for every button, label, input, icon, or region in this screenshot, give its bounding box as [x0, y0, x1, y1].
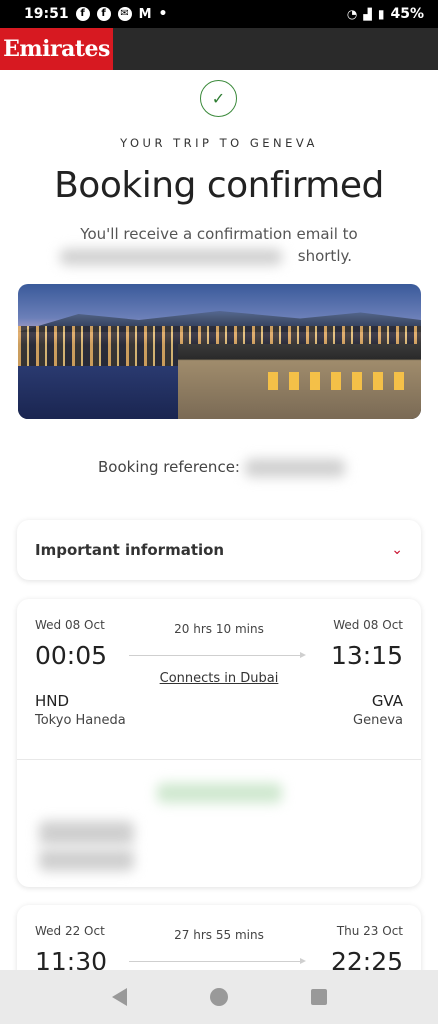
redacted-booking-reference [245, 459, 345, 477]
booking-reference: Booking reference: [98, 458, 240, 476]
departure-date: Wed 22 Oct [35, 924, 105, 938]
app-header: Emirates [0, 28, 438, 70]
departure-airport-code: HND [35, 692, 70, 710]
emirates-logo[interactable]: Emirates [0, 28, 113, 70]
battery-icon: ▮ [377, 7, 385, 21]
confirmation-subtitle: You'll receive a confirmation email to s… [60, 223, 378, 267]
flight-card[interactable]: Wed 22 Oct 27 hrs 55 mins Thu 23 Oct 11:… [17, 905, 421, 970]
flight-duration: 27 hrs 55 mins [174, 928, 264, 942]
status-time: 19:51 [24, 6, 69, 22]
wifi-icon: ◔ [346, 7, 358, 21]
chevron-down-icon[interactable]: ⌄ [391, 542, 403, 558]
home-icon[interactable] [209, 988, 228, 1006]
subtitle-line-1: You'll receive a confirmation email to [80, 225, 358, 243]
battery-percent: 45% [390, 6, 424, 22]
status-bar: 19:51 f f ✉ M • ◔ ▟ ▮ 45% [0, 0, 438, 28]
page-title: Booking confirmed [54, 165, 384, 206]
system-nav-bar [0, 970, 438, 1024]
geneva-hero-image [18, 284, 421, 419]
connection-link[interactable]: Connects in Dubai [139, 671, 299, 686]
redacted-email [60, 249, 282, 265]
divider [17, 759, 421, 760]
messenger-icon: ✉ [117, 7, 132, 21]
redacted-content [39, 821, 134, 845]
arrival-airport-code: GVA [371, 692, 403, 710]
recent-apps-icon[interactable] [310, 989, 327, 1005]
confirmation-page: ✓ YOUR TRIP TO GENEVA Booking confirmed … [0, 70, 438, 970]
booking-reference-label: Booking reference: [98, 458, 240, 476]
flight-path-line [129, 652, 306, 658]
redacted-content [157, 783, 282, 803]
arrival-date: Wed 08 Oct [333, 618, 403, 632]
departure-city: Tokyo Haneda [35, 713, 126, 728]
redacted-content [39, 849, 134, 871]
departure-date: Wed 08 Oct [35, 618, 105, 632]
trip-label: YOUR TRIP TO GENEVA [120, 136, 318, 150]
flight-card[interactable]: Wed 08 Oct 20 hrs 10 mins Wed 08 Oct 00:… [17, 599, 421, 887]
important-information-accordion[interactable]: Important information ⌄ [17, 520, 421, 580]
dot-icon: • [158, 6, 168, 22]
facebook-icon: f [75, 7, 90, 21]
checkmark-icon: ✓ [200, 80, 237, 117]
departure-time: 11:30 [35, 947, 108, 970]
departure-time: 00:05 [35, 641, 108, 670]
arrival-time: 13:15 [330, 641, 403, 670]
back-icon[interactable] [111, 988, 127, 1006]
arrival-city: Geneva [353, 713, 403, 728]
subtitle-line-2-end: shortly. [297, 247, 352, 265]
arrival-date: Thu 23 Oct [336, 924, 403, 938]
flight-path-line [129, 958, 306, 964]
signal-icon: ▟ [363, 7, 372, 21]
arrival-time: 22:25 [330, 947, 403, 970]
important-information-label: Important information [35, 541, 225, 559]
facebook-icon: f [96, 7, 111, 21]
gmail-icon: M [138, 6, 152, 22]
flight-duration: 20 hrs 10 mins [174, 622, 264, 636]
